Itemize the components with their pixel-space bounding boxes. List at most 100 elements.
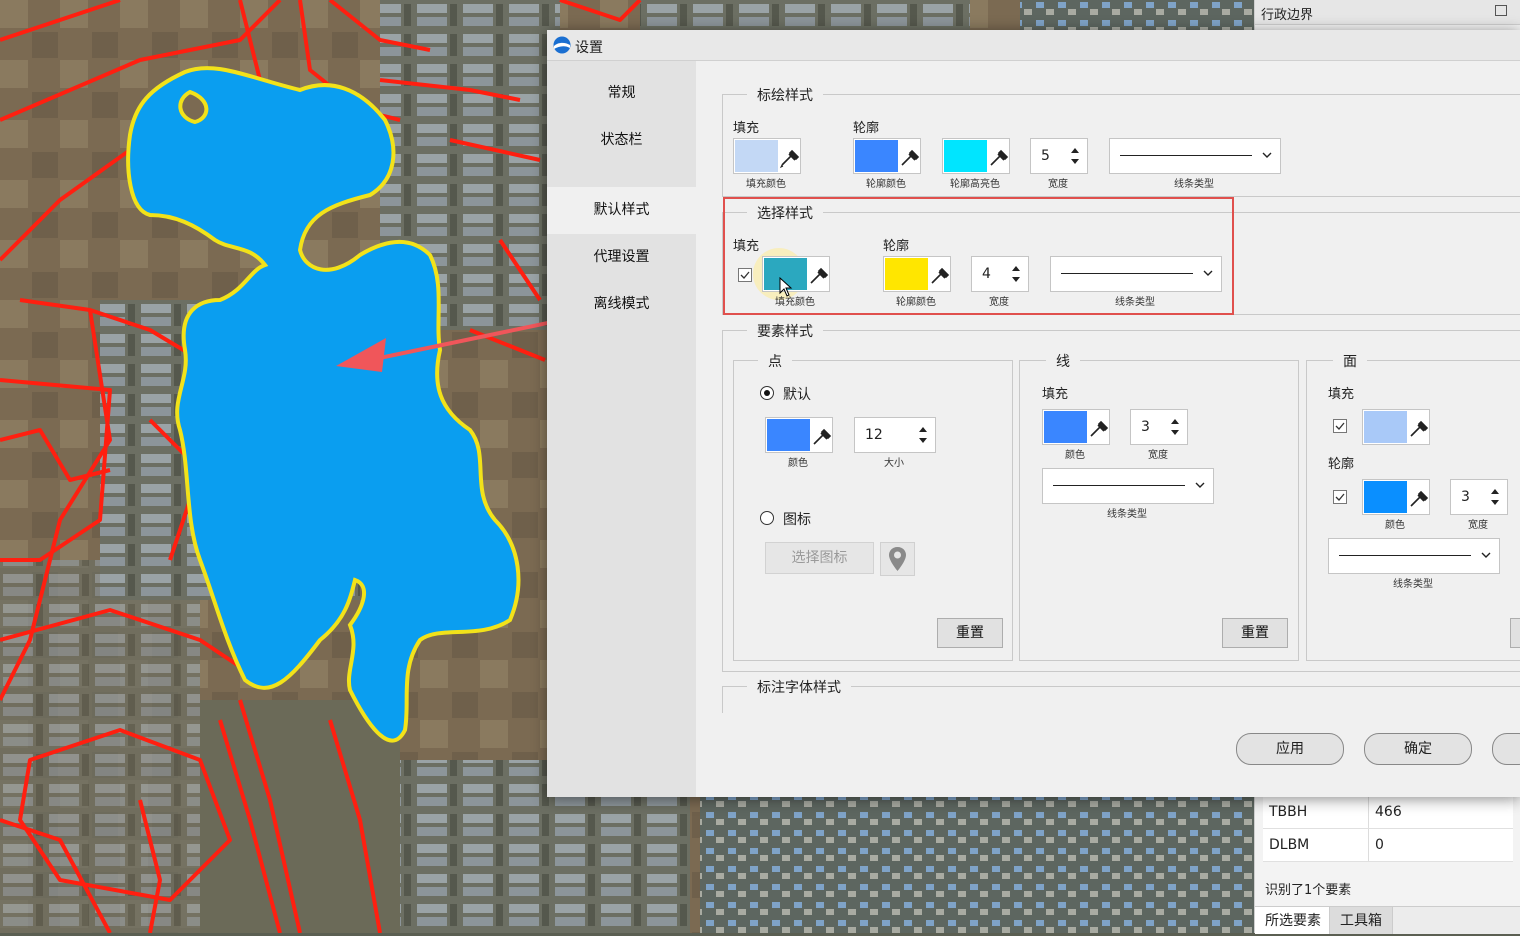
line-type-select[interactable] [1042,468,1214,504]
plot-outline-color-button[interactable] [853,138,921,174]
color-swatch [767,419,810,451]
choose-icon-button[interactable]: 选择图标 [765,542,874,574]
line-type-caption: 线条类型 [1107,509,1147,520]
panel-titlebar: 行政边界 [1255,0,1520,25]
spin-value: 5 [1041,148,1050,164]
point-color-button[interactable] [765,417,833,453]
polygon-fill-label: 填充 [1328,387,1355,402]
color-swatch [1044,411,1087,443]
line-style-group: 线 填充 颜色 3 宽度 线条类型 重置 [1019,351,1299,661]
plot-line-type-select[interactable] [1109,138,1281,174]
eyedropper-icon[interactable] [896,139,920,173]
plot-fill-color-button[interactable] [733,138,801,174]
map-pin-icon [889,547,906,571]
dialog-titlebar[interactable]: 设置 [547,30,1520,61]
nav-item-proxy[interactable]: 代理设置 [547,234,696,281]
polygon-line-type-select[interactable] [1328,538,1500,574]
polygon-fill-checkbox[interactable] [1333,419,1347,433]
attribute-table: TBBH 466 DLBM 0 [1263,796,1513,862]
restore-icon[interactable] [1495,5,1507,16]
nav-item-general[interactable]: 常规 [547,70,696,117]
attr-key: TBBH [1269,804,1308,820]
checkmark-icon [1335,493,1345,501]
label-font-style-group: 标注字体样式 [722,677,1520,713]
polygon-outline-color-button[interactable] [1362,479,1430,515]
tab-toolbox[interactable]: 工具箱 [1329,907,1393,934]
plot-style-legend: 标绘样式 [747,85,823,105]
point-color-caption: 颜色 [788,458,808,469]
line-color-caption: 颜色 [1065,450,1085,461]
nav-item-statusbar[interactable]: 状态栏 [547,117,696,164]
tab-selected-features[interactable]: 所选要素 [1255,907,1331,934]
spin-arrows-icon[interactable] [919,425,927,445]
nav-item-offline[interactable]: 离线模式 [547,281,696,328]
plot-outline-highlight-button[interactable] [942,138,1010,174]
feature-style-legend: 要素样式 [747,321,823,341]
point-default-radio[interactable] [760,386,774,400]
table-row[interactable]: TBBH 466 [1263,796,1513,829]
cancel-button[interactable] [1492,733,1520,765]
spin-value: 3 [1141,419,1150,435]
eyedropper-icon[interactable] [985,139,1009,173]
dialog-title: 设置 [575,40,603,56]
plot-outline-label: 轮廓 [853,121,880,136]
cell-divider [1368,829,1369,861]
eyedropper-icon[interactable] [1405,410,1429,444]
polygon-line-type-caption: 线条类型 [1393,579,1433,590]
feature-style-group: 要素样式 点 默认 颜色 12 大小 图标 选择图标 重置 线 填充 颜色 3 … [722,321,1520,672]
point-icon-radio[interactable] [760,511,774,525]
spin-arrows-icon[interactable] [1171,417,1179,437]
line-preview [1339,555,1471,556]
plot-line-type-caption: 线条类型 [1174,179,1214,190]
eyedropper-icon[interactable] [808,418,832,452]
line-width-spinbox[interactable]: 3 [1130,409,1188,445]
nav-item-default-style[interactable]: 默认样式 [547,187,696,234]
panel-tabbar: 所选要素 工具箱 [1255,906,1520,934]
table-row[interactable]: DLBM 0 [1263,829,1513,862]
polygon-width-caption: 宽度 [1468,520,1488,531]
point-size-spinbox[interactable]: 12 [854,417,936,453]
polygon-color-caption: 颜色 [1385,520,1405,531]
point-reset-button[interactable]: 重置 [937,618,1003,648]
spin-value: 3 [1461,489,1470,505]
plot-fill-color-caption: 填充颜色 [746,179,786,190]
point-legend: 点 [758,351,792,371]
attr-key: DLBM [1269,837,1310,853]
plot-outline-highlight-caption: 轮廓高亮色 [950,179,1000,190]
plot-width-spinbox[interactable]: 5 [1030,138,1088,174]
point-style-group: 点 默认 颜色 12 大小 图标 选择图标 重置 [733,351,1013,661]
app-logo-icon [553,36,571,54]
spin-arrows-icon[interactable] [1071,146,1079,166]
line-legend: 线 [1046,351,1080,371]
line-width-caption: 宽度 [1148,450,1168,461]
label-font-style-legend: 标注字体样式 [747,677,851,697]
icon-preview[interactable] [880,542,915,576]
color-swatch [735,140,778,172]
color-swatch [944,140,987,172]
point-size-caption: 大小 [884,458,904,469]
point-icon-label: 图标 [783,512,811,528]
line-color-button[interactable] [1042,409,1110,445]
annotation-highlight-box [723,197,1234,315]
identify-status: 识别了1个要素 [1265,883,1352,898]
cell-divider [1368,796,1369,828]
apply-button[interactable]: 应用 [1236,733,1344,765]
spin-arrows-icon[interactable] [1491,487,1499,507]
ok-button[interactable]: 确定 [1364,733,1472,765]
polygon-width-spinbox[interactable]: 3 [1450,479,1508,515]
chevron-down-icon [1195,482,1205,488]
polygon-reset-button[interactable] [1510,618,1520,648]
plot-outline-color-caption: 轮廓颜色 [866,179,906,190]
eyedropper-icon[interactable] [1405,480,1429,514]
polygon-fill-color-button[interactable] [1362,409,1430,445]
line-fill-label: 填充 [1042,387,1069,402]
line-reset-button[interactable]: 重置 [1222,618,1288,648]
polygon-outline-checkbox[interactable] [1333,490,1347,504]
eyedropper-icon[interactable] [776,139,800,173]
plot-style-group: 标绘样式 填充 轮廓 填充颜色 轮廓颜色 轮廓高亮色 5 宽度 线条类型 [722,85,1520,197]
color-swatch [1364,411,1407,443]
polygon-legend: 面 [1333,351,1367,371]
color-swatch [1364,481,1407,513]
attr-value: 466 [1375,804,1402,820]
eyedropper-icon[interactable] [1085,410,1109,444]
